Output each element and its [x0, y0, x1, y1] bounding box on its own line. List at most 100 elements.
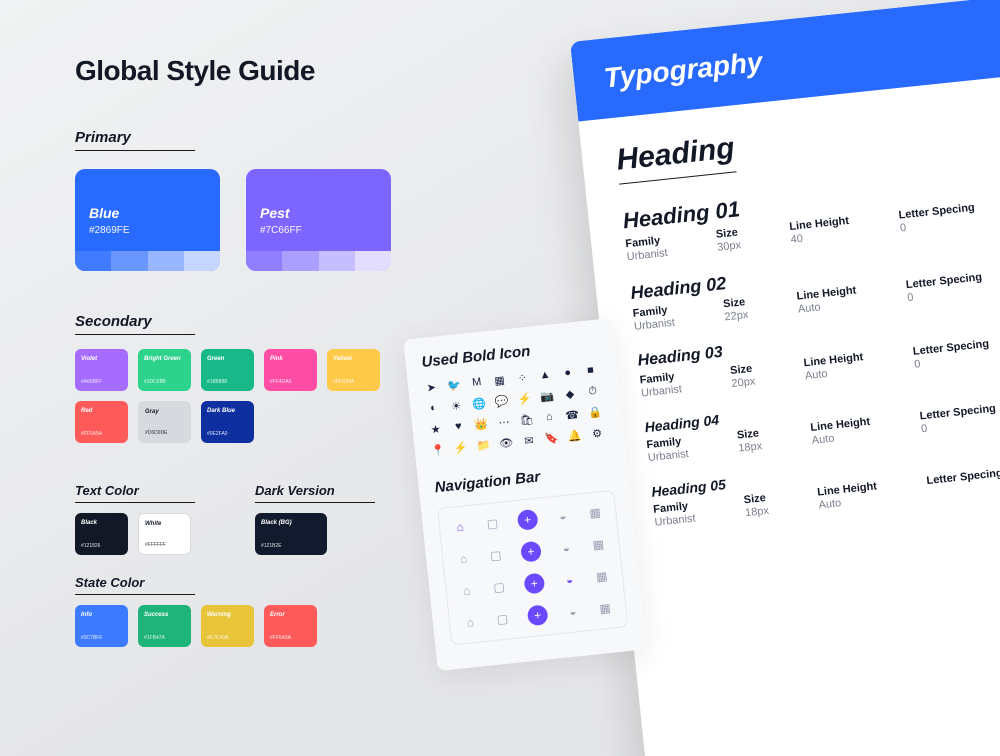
swatch-name: Blue: [89, 205, 220, 221]
triangle-icon: ▲: [537, 368, 552, 383]
chip-name: Dark Blue: [207, 408, 235, 414]
size-value: 30px: [717, 239, 742, 253]
grid-icon: ▦: [597, 601, 612, 616]
user-icon: ◒: [562, 572, 577, 587]
size-value: 18px: [738, 440, 763, 454]
dots-icon: ⁘: [515, 370, 530, 385]
chip-name: Error: [270, 612, 285, 618]
primary-swatches: Blue#2869FEPest#7C66FF: [75, 169, 465, 271]
circle-icon: ●: [560, 365, 575, 380]
primary-section-label: Primary: [75, 129, 195, 151]
bag-icon: 🛍: [519, 412, 534, 427]
storm-icon: ⚡: [517, 391, 532, 406]
chip-hex: #A66BFF: [81, 379, 102, 385]
dark-version-label: Dark Version: [255, 483, 375, 503]
navigation-bar-examples: ⌂ ▢ + ◒ ▦ ⌂ ▢ + ◒ ▦ ⌂ ▢ + ◒ ▦ ⌂ ▢ + ◒ ▦: [437, 490, 628, 646]
color-chip: Info#3C7BFF: [75, 605, 128, 647]
grid-icon: ▦: [587, 505, 602, 520]
color-chip: Violet#A66BFF: [75, 349, 128, 391]
state-color-swatches: Info#3C7BFFSuccess#1FB47AWarning#E7C43AE…: [75, 605, 465, 647]
mail-icon: ✉: [521, 433, 536, 448]
heading-section-label: Heading: [615, 131, 737, 184]
add-button[interactable]: +: [523, 573, 545, 595]
square-icon: ■: [583, 363, 598, 378]
chip-hex: #2DD28B: [144, 379, 166, 385]
heart-icon: ♥: [451, 419, 466, 434]
photo-icon: ▢: [495, 611, 510, 626]
secondary-swatches: Violet#A66BFF Bright Green #2DD28B Green #18…: [75, 349, 405, 443]
swatch-hex: #7C66FF: [260, 225, 391, 236]
chip-hex: #18B888: [207, 379, 227, 385]
chip-name: Warning: [207, 612, 231, 618]
color-chip: Yellow#FFC94A: [327, 349, 380, 391]
globe-icon: 🌐: [471, 396, 486, 411]
letter-m-icon: M: [469, 375, 484, 390]
color-chip: Black#121826: [75, 513, 128, 555]
camera-icon: 📷: [540, 388, 555, 403]
chip-hex: #1FB47A: [144, 635, 165, 641]
chip-name: Red: [81, 408, 92, 414]
chip-name: Bright Green: [144, 356, 181, 362]
grid-icon: ▦: [492, 372, 507, 387]
chip-name: Pink: [270, 356, 283, 362]
size-value: 20px: [731, 376, 756, 390]
add-button[interactable]: +: [517, 509, 539, 531]
folder-icon: 📁: [476, 437, 491, 452]
sun-icon: ☀: [449, 398, 464, 413]
chip-hex: #FF4DA6: [270, 379, 291, 385]
grid-icon: ▦: [594, 569, 609, 584]
chip-name: Green: [207, 356, 224, 362]
chip-name: Black (BG): [261, 520, 292, 526]
chip-hex: #FF5A5A: [270, 635, 291, 641]
user-icon: ◒: [555, 508, 570, 523]
text-color-label: Text Color: [75, 483, 195, 503]
color-chip: Green #18B888: [201, 349, 254, 391]
page-title: Global Style Guide: [75, 55, 465, 87]
size-value: 22px: [724, 309, 749, 323]
color-chip: Dark Blue #0E2FA0: [201, 401, 254, 443]
user-icon: ◒: [558, 540, 573, 555]
primary-swatch: Blue #2869FE: [75, 169, 220, 271]
bookmark-icon: 🔖: [544, 430, 559, 445]
clock-icon: ⏱: [585, 384, 600, 399]
chip-name: Gray: [145, 409, 159, 415]
twitter-icon: 🐦: [446, 377, 461, 392]
chip-hex: #FFFFFF: [145, 542, 166, 548]
dark-version-group: Dark Version Black (BG) #121B2E: [255, 465, 375, 555]
send-icon: ➤: [424, 380, 439, 395]
crown-icon: 👑: [473, 417, 488, 432]
phone-icon: ☎: [564, 407, 579, 422]
chip-hex: #3C7BFF: [81, 635, 102, 641]
color-chip: Black (BG) #121B2E: [255, 513, 327, 555]
bell-icon: 🔔: [567, 428, 582, 443]
photo-icon: ▢: [491, 580, 506, 595]
letter-spacing-label: Letter Specing: [926, 467, 1000, 487]
add-button[interactable]: +: [527, 604, 549, 626]
chip-hex: #FF5A5A: [81, 431, 102, 437]
text-color-swatches: Black#121826White#FFFFFF: [75, 513, 195, 555]
user-icon: ◒: [565, 604, 580, 619]
chip-name: Success: [144, 612, 168, 618]
chip-name: Yellow: [333, 356, 352, 362]
color-chip: White#FFFFFF: [138, 513, 191, 555]
bolt-icon: ⚡: [453, 440, 468, 455]
photo-icon: ▢: [485, 516, 500, 531]
typography-rows: Heading 01 FamilyUrbanist Size30px Line …: [622, 161, 1000, 528]
discord-icon: ◐: [426, 400, 441, 415]
eye-icon: 👁: [498, 435, 513, 450]
home-icon: ⌂: [459, 583, 474, 598]
dark-version-swatches: Black (BG) #121B2E: [255, 513, 375, 555]
home-icon: ⌂: [463, 615, 478, 630]
chip-hex: #121B2E: [261, 543, 282, 549]
text-color-group: Text Color Black#121826White#FFFFFF: [75, 465, 195, 555]
color-chip: Gray#D6D9DE: [138, 401, 191, 443]
state-color-label: State Color: [75, 575, 195, 595]
add-button[interactable]: +: [520, 541, 542, 563]
swatch-hex: #2869FE: [89, 225, 220, 236]
home-icon: ⌂: [453, 519, 468, 534]
pin-icon: 📍: [430, 442, 445, 457]
secondary-section-label: Secondary: [75, 313, 195, 335]
chat-icon: 💬: [494, 393, 509, 408]
size-value: 18px: [745, 505, 770, 519]
chip-hex: #0E2FA0: [207, 431, 228, 437]
